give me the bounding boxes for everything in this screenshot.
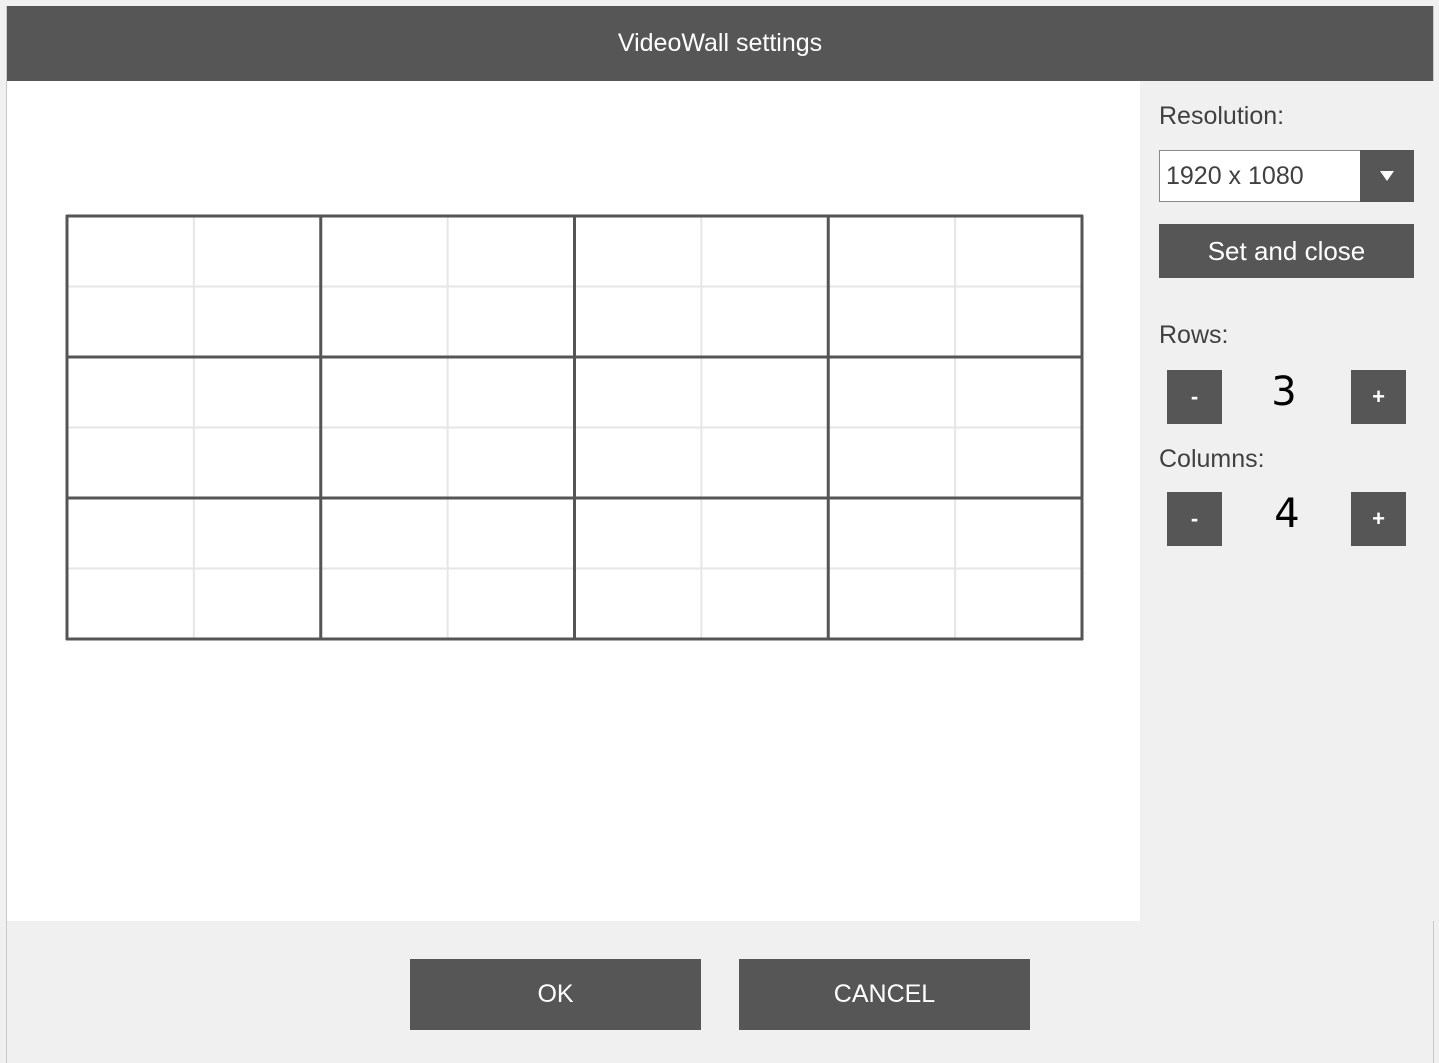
videowall-grid[interactable] <box>65 214 1084 641</box>
settings-sidebar: Resolution: 1920 x 1080 Set and close Ro… <box>1140 81 1435 921</box>
dialog-titlebar: VideoWall settings <box>7 6 1433 81</box>
videowall-settings-dialog: VideoWall settings Resolution: 1920 x 10… <box>6 6 1435 1063</box>
dialog-title: VideoWall settings <box>617 29 823 57</box>
videowall-grid-svg <box>65 214 1084 641</box>
rows-label: Rows: <box>1159 321 1229 349</box>
ok-button[interactable]: OK <box>410 959 701 1030</box>
columns-value: 4 <box>1274 491 1300 537</box>
videowall-preview-area <box>7 81 1140 921</box>
resolution-label: Resolution: <box>1159 102 1285 130</box>
rows-value: 3 <box>1271 369 1297 415</box>
columns-label: Columns: <box>1159 445 1265 473</box>
resolution-select[interactable]: 1920 x 1080 <box>1159 150 1414 202</box>
columns-increment-button[interactable]: + <box>1351 492 1406 546</box>
columns-decrement-button[interactable]: - <box>1167 492 1222 546</box>
resolution-value: 1920 x 1080 <box>1166 162 1304 190</box>
cancel-button[interactable]: CANCEL <box>739 959 1030 1030</box>
dropdown-arrow-icon[interactable] <box>1360 150 1414 202</box>
set-and-close-button[interactable]: Set and close <box>1159 224 1414 278</box>
rows-decrement-button[interactable]: - <box>1167 370 1222 424</box>
rows-increment-button[interactable]: + <box>1351 370 1406 424</box>
